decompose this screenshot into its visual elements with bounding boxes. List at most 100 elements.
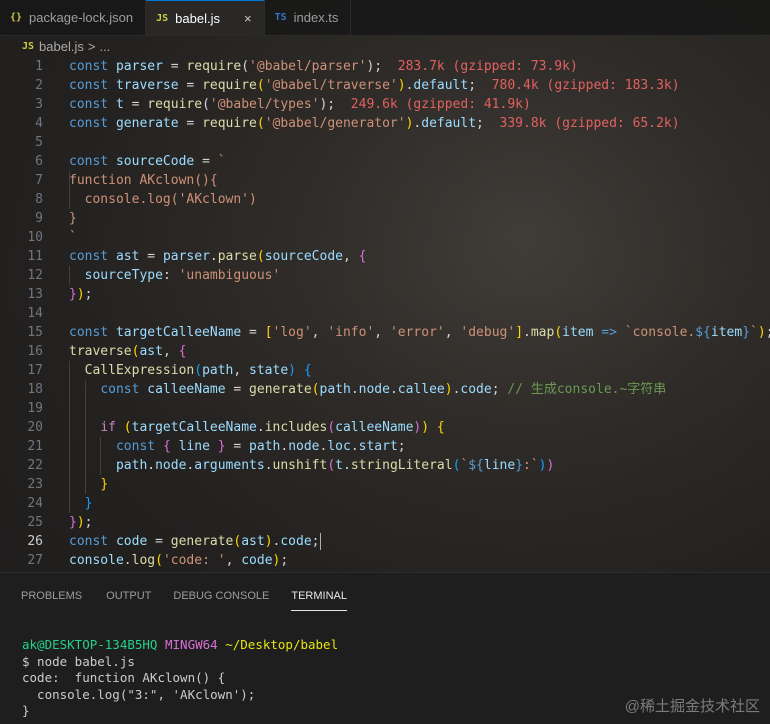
code-token: '@babel/generator' — [264, 116, 406, 131]
tab-index-ts[interactable]: TS index.ts — [265, 0, 352, 35]
tab-output[interactable]: OUTPUT — [106, 581, 151, 611]
code-token: . — [209, 249, 218, 264]
terminal-output[interactable]: ak@DESKTOP-134B5HQ MINGW64 ~/Desktop/bab… — [22, 637, 338, 720]
code-token: ) — [546, 458, 555, 473]
code-token: arguments — [194, 458, 265, 473]
code-token: } — [69, 211, 77, 226]
code-token: } — [100, 477, 109, 492]
tab-problems[interactable]: PROBLEMS — [21, 581, 82, 611]
code-token: calleeName — [147, 382, 226, 397]
code-line[interactable]: 11 const ast = parser.parse(sourceCode, { — [0, 247, 770, 266]
code-token: parser — [115, 59, 163, 74]
code-token: ) — [538, 458, 547, 473]
code-token: . — [350, 382, 359, 397]
tab-babel-js[interactable]: JS babel.js × — [146, 0, 265, 35]
code-token: item — [710, 325, 743, 340]
tab-label: index.ts — [293, 10, 339, 25]
code-line[interactable]: 15 const targetCalleeName = ['log', 'info… — [0, 323, 770, 342]
code-token: CallExpression — [84, 363, 195, 378]
code-token: ; — [766, 325, 770, 340]
code-token: ( — [327, 458, 336, 473]
code-line[interactable]: 6 const sourceCode = ` — [0, 152, 770, 171]
code-token: const — [69, 59, 116, 74]
code-text: const { line } = path.node.loc.start; — [69, 437, 406, 456]
tab-terminal[interactable]: TERMINAL — [291, 581, 347, 611]
code-line[interactable]: 26 const code = generate(ast).code; — [0, 532, 770, 551]
code-line[interactable]: 24 } — [0, 494, 770, 513]
code-line[interactable]: 1 const parser = require('@babel/parser')… — [0, 57, 770, 76]
code-token: , — [374, 325, 390, 340]
code-line[interactable]: 22 path.node.arguments.unshift(t.stringL… — [0, 456, 770, 475]
code-token: ; — [491, 382, 508, 397]
code-token: [ — [264, 325, 273, 340]
code-line[interactable]: 16 traverse(ast, { — [0, 342, 770, 361]
breadcrumb-more[interactable]: ... — [99, 39, 110, 54]
code-token: node — [288, 439, 320, 454]
code-line[interactable]: 20 if (targetCalleeName.includes(calleeN… — [0, 418, 770, 437]
code-token: code — [280, 534, 312, 549]
code-line[interactable]: 8 console.log('AKclown') — [0, 190, 770, 209]
code-token: . — [256, 420, 265, 435]
code-text: const t = require('@babel/types'); 249.6… — [69, 95, 531, 114]
code-line[interactable]: 21 const { line } = path.node.loc.start; — [0, 437, 770, 456]
line-number: 2 — [35, 78, 43, 93]
code-token: 'code: ' — [162, 553, 226, 568]
code-line[interactable]: 9} — [0, 209, 770, 228]
code-line[interactable]: 13}); — [0, 285, 770, 304]
code-token: parser — [162, 249, 210, 264]
json-file-icon: {} — [10, 12, 23, 23]
code-editor[interactable]: 1 const parser = require('@babel/parser')… — [0, 57, 770, 570]
code-line[interactable]: 14 — [0, 304, 770, 323]
code-line[interactable]: 5 — [0, 133, 770, 152]
code-line[interactable]: 23 } — [0, 475, 770, 494]
line-number: 15 — [27, 325, 43, 340]
code-token: '@babel/types' — [209, 97, 320, 112]
code-token: ` — [217, 154, 226, 169]
line-number: 7 — [35, 173, 43, 188]
code-token: ( — [554, 325, 563, 340]
code-token: ${ — [695, 325, 711, 340]
breadcrumb-file[interactable]: babel.js — [39, 39, 84, 54]
code-token: sourceCode — [264, 249, 343, 264]
code-line[interactable]: 7 function AKclown(){ — [0, 171, 770, 190]
indent-guide — [69, 266, 70, 285]
tab-package-lock[interactable]: {} package-lock.json — [0, 0, 147, 35]
tab-debug-console[interactable]: DEBUG CONSOLE — [173, 581, 269, 611]
code-token: state — [249, 363, 289, 378]
code-token: targetCalleeName — [131, 420, 257, 435]
close-icon[interactable]: × — [244, 11, 252, 26]
code-line[interactable]: 25}); — [0, 513, 770, 532]
code-line[interactable]: 4 const generate = require('@babel/genera… — [0, 114, 770, 133]
code-token: '@babel/parser' — [249, 59, 367, 74]
code-line[interactable]: 2 const traverse = require('@babel/traver… — [0, 76, 770, 95]
code-line[interactable]: 18 const calleeName = generate(path.node… — [0, 380, 770, 399]
code-token: 'log' — [272, 325, 312, 340]
code-text: const calleeName = generate(path.node.ca… — [69, 380, 666, 399]
code-line[interactable]: 17 CallExpression(path, state) { — [0, 361, 770, 380]
code-text: console.log('code: ', code); — [69, 551, 288, 570]
tab-label: package-lock.json — [29, 10, 134, 25]
code-text: console.log('AKclown') — [69, 190, 257, 209]
code-token: ( — [123, 420, 132, 435]
line-number: 1 — [35, 59, 43, 74]
line-number: 9 — [35, 211, 43, 226]
code-text: } — [69, 209, 77, 228]
code-token: { — [436, 420, 445, 435]
code-token: ( — [194, 363, 203, 378]
code-token: if — [100, 420, 124, 435]
code-token: ; — [476, 116, 500, 131]
line-number: 8 — [35, 192, 43, 207]
code-line[interactable]: 12 sourceType: 'unambiguous' — [0, 266, 770, 285]
terminal-line: $ node babel.js — [22, 653, 135, 669]
code-token: } — [209, 439, 226, 454]
code-line[interactable]: 19 — [0, 399, 770, 418]
code-token: ( — [327, 420, 336, 435]
code-line[interactable]: 3 const t = require('@babel/types'); 249.… — [0, 95, 770, 114]
code-text: } — [69, 494, 93, 513]
code-token: path — [319, 382, 351, 397]
code-line[interactable]: 27 console.log('code: ', code); — [0, 551, 770, 570]
code-line[interactable]: 10 ` — [0, 228, 770, 247]
